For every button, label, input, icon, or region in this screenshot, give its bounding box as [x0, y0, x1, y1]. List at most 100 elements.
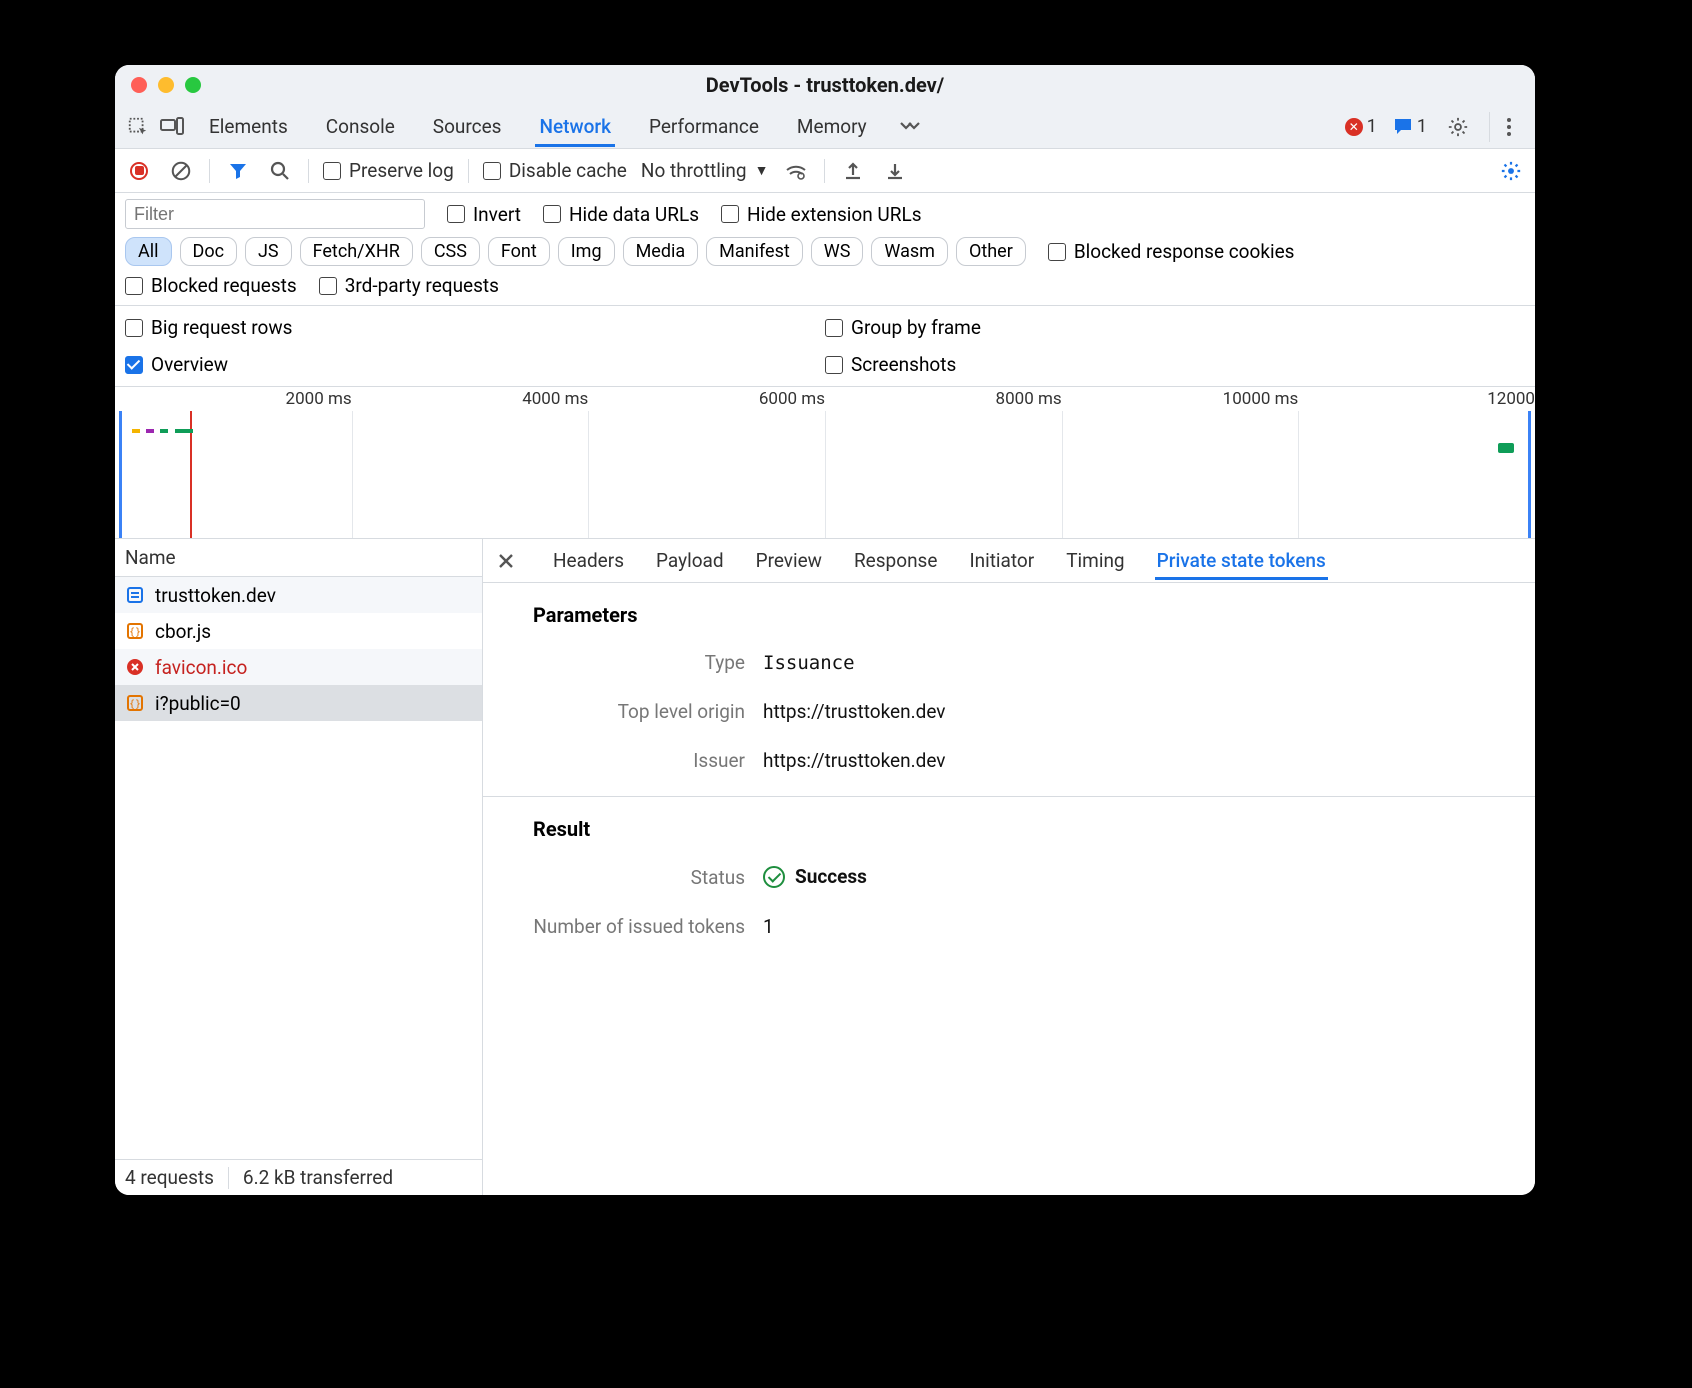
status-transferred: 6.2 kB transferred [243, 1166, 393, 1189]
panel-tab-elements[interactable]: Elements [205, 107, 292, 147]
type-chip-fetchxhr[interactable]: Fetch/XHR [300, 237, 413, 266]
request-name: trusttoken.dev [155, 584, 276, 607]
type-chip-doc[interactable]: Doc [180, 237, 238, 266]
throttling-select[interactable]: No throttling ▼ [641, 159, 769, 182]
param-origin-value: https://trusttoken.dev [763, 700, 1495, 723]
detail-tab-headers[interactable]: Headers [551, 541, 626, 580]
request-name: i?public=0 [155, 692, 241, 715]
clear-button[interactable] [167, 157, 195, 185]
invert-checkbox[interactable]: Invert [447, 203, 521, 226]
hide-extension-urls-checkbox[interactable]: Hide extension URLs [721, 203, 922, 226]
third-party-label: 3rd-party requests [345, 274, 499, 297]
timeline-range-start[interactable] [119, 411, 122, 538]
result-tokens-label: Number of issued tokens [503, 915, 763, 938]
timeline-segment-icon [1498, 443, 1514, 453]
overview-label: Overview [151, 353, 228, 376]
type-chip-all[interactable]: All [125, 237, 172, 266]
timeline-tick-label: 6000 ms [759, 389, 825, 409]
hide-data-urls-checkbox[interactable]: Hide data URLs [543, 203, 699, 226]
timeline-gridline [1062, 411, 1063, 538]
kebab-menu-icon[interactable] [1489, 112, 1519, 142]
detail-tab-payload[interactable]: Payload [654, 541, 726, 580]
param-issuer-value: https://trusttoken.dev [763, 749, 1495, 772]
request-row[interactable]: favicon.ico [115, 649, 482, 685]
message-icon [1393, 117, 1413, 137]
detail-tab-initiator[interactable]: Initiator [967, 541, 1036, 580]
status-bar: 4 requests 6.2 kB transferred [115, 1159, 482, 1195]
detail-tab-response[interactable]: Response [852, 541, 939, 580]
record-button[interactable] [125, 157, 153, 185]
disable-cache-label: Disable cache [509, 159, 627, 182]
device-toggle-icon[interactable] [157, 112, 187, 142]
inspect-icon[interactable] [123, 112, 153, 142]
request-type-icon: {} [125, 621, 145, 641]
window-title: DevTools - trusttoken.dev/ [115, 73, 1535, 97]
import-har-button[interactable] [881, 157, 909, 185]
blocked-cookies-checkbox[interactable]: Blocked response cookies [1048, 240, 1295, 263]
zoom-window-icon[interactable] [185, 77, 201, 93]
request-row[interactable]: trusttoken.dev [115, 577, 482, 613]
request-list-header[interactable]: Name [115, 539, 482, 577]
param-origin-label: Top level origin [503, 700, 763, 723]
more-tabs-icon[interactable] [895, 112, 925, 142]
type-chip-font[interactable]: Font [488, 237, 550, 266]
filter-input[interactable] [125, 199, 425, 229]
group-by-frame-checkbox[interactable]: Group by frame [825, 316, 1525, 339]
big-rows-label: Big request rows [151, 316, 292, 339]
result-status-value: Success [763, 865, 1495, 889]
name-column-header: Name [125, 546, 176, 569]
error-badge[interactable]: ✕ 1 [1345, 116, 1377, 137]
type-chip-js[interactable]: JS [245, 237, 292, 266]
search-button[interactable] [266, 157, 294, 185]
type-chip-wasm[interactable]: Wasm [871, 237, 948, 266]
export-har-button[interactable] [839, 157, 867, 185]
network-settings-button[interactable] [1497, 157, 1525, 185]
funnel-icon [228, 161, 248, 181]
checkbox-icon [323, 162, 341, 180]
timeline-range-end[interactable] [1528, 411, 1531, 538]
request-row[interactable]: {} cbor.js [115, 613, 482, 649]
overview-checkbox[interactable]: Overview [125, 353, 825, 376]
detail-tab-preview[interactable]: Preview [754, 541, 824, 580]
screenshots-checkbox[interactable]: Screenshots [825, 353, 1525, 376]
timeline-tick-label: 8000 ms [996, 389, 1062, 409]
big-rows-checkbox[interactable]: Big request rows [125, 316, 825, 339]
devtools-window: DevTools - trusttoken.dev/ Elements Conso… [115, 65, 1535, 1195]
panel-tab-memory[interactable]: Memory [793, 107, 871, 147]
blocked-requests-checkbox[interactable]: Blocked requests [125, 274, 297, 297]
panel-tab-performance[interactable]: Performance [645, 107, 763, 147]
settings-icon[interactable] [1443, 112, 1473, 142]
filter-bar: Invert Hide data URLs Hide extension URL… [115, 193, 1535, 306]
request-row[interactable]: {} i?public=0 [115, 685, 482, 721]
type-chip-manifest[interactable]: Manifest [706, 237, 803, 266]
request-name: cbor.js [155, 620, 211, 643]
timeline-gridline [588, 411, 589, 538]
type-chip-media[interactable]: Media [623, 237, 699, 266]
detail-tab-timing[interactable]: Timing [1064, 541, 1126, 580]
filter-toggle-button[interactable] [224, 157, 252, 185]
detail-tab-private-state-tokens[interactable]: Private state tokens [1155, 541, 1328, 580]
type-chip-ws[interactable]: WS [811, 237, 864, 266]
request-type-icon: {} [125, 693, 145, 713]
network-conditions-button[interactable] [782, 157, 810, 185]
messages-badge[interactable]: 1 [1393, 116, 1427, 137]
parameters-section-title: Parameters [483, 583, 1535, 641]
result-status-label: Status [503, 866, 763, 889]
disable-cache-checkbox[interactable]: Disable cache [483, 159, 627, 182]
request-type-icon [125, 585, 145, 605]
third-party-checkbox[interactable]: 3rd-party requests [319, 274, 499, 297]
panel-tab-network[interactable]: Network [535, 107, 615, 147]
panel-tab-sources[interactable]: Sources [429, 107, 506, 147]
preserve-log-checkbox[interactable]: Preserve log [323, 159, 454, 182]
panel-tabbar: Elements Console Sources Network Performance… [115, 105, 1535, 149]
minimize-window-icon[interactable] [158, 77, 174, 93]
type-chip-css[interactable]: CSS [421, 237, 480, 266]
svg-text:{}: {} [129, 699, 141, 710]
close-window-icon[interactable] [131, 77, 147, 93]
close-details-button[interactable] [493, 548, 519, 574]
type-chip-other[interactable]: Other [956, 237, 1026, 266]
panel-tab-console[interactable]: Console [322, 107, 399, 147]
throttling-value: No throttling [641, 159, 747, 182]
type-chip-img[interactable]: Img [558, 237, 615, 266]
timeline-overview[interactable]: 2000 ms4000 ms6000 ms8000 ms10000 ms1200… [115, 387, 1535, 539]
